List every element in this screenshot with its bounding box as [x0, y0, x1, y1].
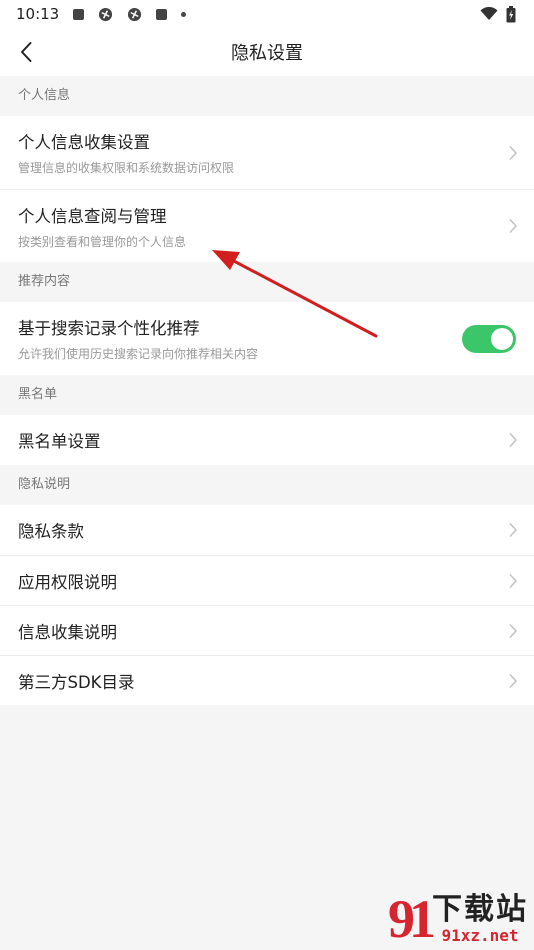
more-notifications-icon: [181, 11, 187, 17]
item-title: 个人信息查阅与管理: [18, 206, 167, 226]
notification-icon: [156, 8, 168, 20]
wifi-icon: [480, 7, 498, 20]
toggle-knob: [491, 327, 513, 350]
third-party-sdk-item[interactable]: 第三方SDK目录: [0, 655, 534, 705]
chevron-right-icon: [509, 623, 518, 638]
battery-charging-icon: [506, 5, 516, 22]
status-bar: 10:13: [0, 0, 534, 28]
view-manage-item[interactable]: 个人信息查阅与管理 按类别查看和管理你的个人信息: [0, 189, 534, 262]
watermark-logo: 91: [388, 889, 436, 949]
watermark-url: 91xz.net: [441, 926, 519, 945]
app-notification-icon: [99, 7, 113, 21]
status-time: 10:13: [16, 5, 60, 23]
recommend-group: 基于搜索记录个性化推荐 允许我们使用历史搜索记录向你推荐相关内容: [0, 302, 534, 375]
blacklist-group: 黑名单设置: [0, 415, 534, 465]
chevron-right-icon: [509, 522, 518, 538]
chevron-right-icon: [509, 432, 518, 448]
section-label-blacklist: 黑名单: [0, 375, 534, 415]
back-button[interactable]: [12, 38, 40, 66]
app-permissions-item[interactable]: 应用权限说明: [0, 555, 534, 605]
personal-info-group: 个人信息收集设置 管理信息的收集权限和系统数据访问权限 个人信息查阅与管理 按类…: [0, 116, 534, 262]
collection-notice-item[interactable]: 信息收集说明: [0, 605, 534, 655]
notification-icon: [73, 8, 85, 20]
privacy-notes-group: 隐私条款 应用权限说明 信息收集说明 第三方SDK目录: [0, 505, 534, 705]
page-title: 隐私设置: [231, 43, 303, 64]
item-subtitle: 管理信息的收集权限和系统数据访问权限: [18, 161, 235, 175]
app-notification-icon: [128, 7, 142, 21]
blacklist-settings-item[interactable]: 黑名单设置: [0, 415, 534, 465]
item-subtitle: 允许我们使用历史搜索记录向你推荐相关内容: [18, 347, 259, 361]
chevron-right-icon: [509, 673, 518, 688]
item-title: 应用权限说明: [18, 572, 117, 592]
chevron-right-icon: [509, 218, 518, 234]
top-app-bar: 隐私设置: [0, 28, 534, 76]
item-title: 基于搜索记录个性化推荐: [18, 319, 200, 338]
section-label-recommend: 推荐内容: [0, 262, 534, 302]
item-subtitle: 按类别查看和管理你的个人信息: [18, 234, 187, 249]
chevron-right-icon: [509, 145, 518, 160]
section-label-personal-info: 个人信息: [0, 76, 534, 116]
personalized-recommend-item: 基于搜索记录个性化推荐 允许我们使用历史搜索记录向你推荐相关内容: [0, 302, 534, 375]
item-title: 信息收集说明: [18, 622, 117, 642]
watermark-name: 下载站: [432, 892, 528, 927]
item-title: 隐私条款: [18, 522, 84, 541]
personalized-recommend-toggle[interactable]: [462, 324, 516, 353]
section-label-privacy-notes: 隐私说明: [0, 465, 534, 505]
item-title: 第三方SDK目录: [18, 672, 135, 692]
back-arrow-icon: [21, 42, 32, 62]
chevron-right-icon: [509, 573, 518, 588]
collect-settings-item[interactable]: 个人信息收集设置 管理信息的收集权限和系统数据访问权限: [0, 116, 534, 189]
watermark: 91 下载站 91xz.net: [388, 892, 528, 946]
item-title: 黑名单设置: [18, 432, 101, 451]
privacy-terms-item[interactable]: 隐私条款: [0, 505, 534, 555]
item-title: 个人信息收集设置: [18, 133, 150, 152]
